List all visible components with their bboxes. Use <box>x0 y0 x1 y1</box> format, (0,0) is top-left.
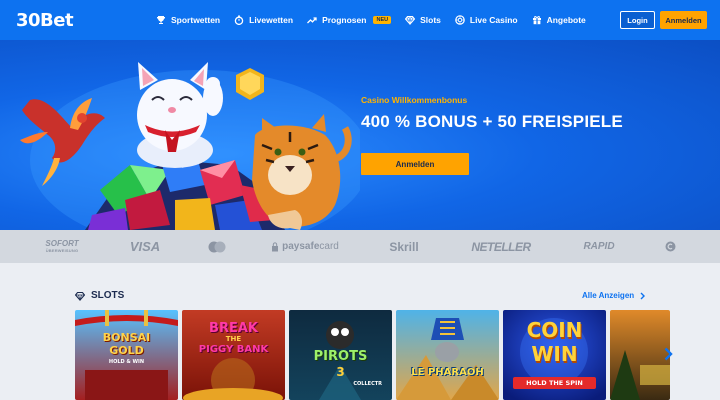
gift-icon <box>532 16 541 25</box>
game-title: PIROTS <box>313 349 368 364</box>
see-all-link[interactable]: Alle Anzeigen <box>582 291 646 300</box>
hero-banner[interactable]: Casino Willkommenbonus 400 % BONUS + 50 … <box>0 40 720 230</box>
game-subtitle: HOLD & WIN <box>108 359 145 365</box>
game-title: LE PHARAOH <box>411 367 484 378</box>
slots-section-title: SLOTS <box>75 290 124 301</box>
game-subtitle: HOLD THE SPIN <box>526 379 583 387</box>
visa-logo: VISA <box>129 239 161 254</box>
nav-label: Angebote <box>546 15 586 25</box>
nav-sportwetten[interactable]: Sportwetten <box>156 15 220 25</box>
hero-title: 400 % BONUS + 50 FREISPIELE <box>361 112 623 131</box>
nav-angebote[interactable]: Angebote <box>532 15 586 25</box>
sofort-logo-subtext: ÜBERWEISUNG <box>45 248 79 253</box>
nav-slots[interactable]: Slots <box>405 15 441 25</box>
carousel-next-button[interactable] <box>659 344 677 364</box>
see-all-label: Alle Anzeigen <box>582 291 635 300</box>
chevron-right-icon <box>640 292 646 299</box>
slots-title-text: SLOTS <box>91 290 125 301</box>
crypto-coin-icon <box>664 230 676 263</box>
game-tile-le-pharaoh[interactable]: LE PHARAOH <box>396 310 499 400</box>
nav-label: Live Casino <box>469 15 518 25</box>
register-button[interactable]: Anmelden <box>660 11 707 29</box>
game-title-line3: PIGGY BANK <box>198 344 269 355</box>
trophy-icon <box>157 16 165 24</box>
login-button[interactable]: Login <box>620 11 655 29</box>
hero-subtitle: Casino Willkommenbonus <box>361 95 468 105</box>
game-tile-coin-win[interactable]: COIN WIN HOLD THE SPIN <box>503 310 606 400</box>
nav-label: Livewetten <box>249 15 294 25</box>
game-title-line2: GOLD <box>109 344 144 357</box>
hero-register-button[interactable]: Anmelden <box>361 153 469 175</box>
stopwatch-icon <box>234 15 244 25</box>
game-tile-bonsai-gold[interactable]: BONSAI GOLD HOLD & WIN <box>75 310 178 400</box>
lock-icon <box>272 241 279 251</box>
diamond-icon <box>75 291 85 301</box>
top-header: 30Bet Sportwetten Livewetten Prognosen N… <box>0 0 720 40</box>
nav-label: Sportwetten <box>171 15 221 25</box>
slots-carousel: BONSAI GOLD HOLD & WIN BREAK THE PIGGY B… <box>75 310 720 400</box>
site-logo[interactable]: 30Bet <box>16 10 74 31</box>
game-tile-break-the-piggy-bank[interactable]: BREAK THE PIGGY BANK <box>182 310 285 400</box>
game-title: BONSAI <box>102 331 151 344</box>
payment-methods-bar: SOFORT ÜBERWEISUNG VISA paysafecard Skri… <box>0 230 720 263</box>
neteller-logo: NETELLER <box>471 239 531 254</box>
nav-livewetten[interactable]: Livewetten <box>234 15 293 25</box>
main-nav: Sportwetten Livewetten Prognosen NEU Slo… <box>156 0 586 40</box>
game-tile-pirots-3[interactable]: PIROTS 3 COLLECTR <box>289 310 392 400</box>
paysafecard-text: paysafecard <box>282 241 339 252</box>
hero-illustration <box>20 62 360 230</box>
game-title-line2: THE <box>225 335 242 343</box>
nav-prognosen[interactable]: Prognosen NEU <box>307 15 392 25</box>
game-subtitle: COLLECTR <box>353 381 382 387</box>
rapid-transfer-logo: RAPID <box>583 241 615 252</box>
diamond-icon <box>405 15 416 25</box>
sofort-logo-text: SOFORT <box>45 239 79 248</box>
nav-live-casino[interactable]: Live Casino <box>455 15 518 25</box>
paysafecard-logo: paysafecard <box>268 230 342 263</box>
game-title-line2: 3 <box>336 365 345 379</box>
casino-chip-icon <box>455 15 465 25</box>
nav-label: Slots <box>420 15 441 25</box>
skrill-logo: Skrill <box>389 239 419 254</box>
new-badge: NEU <box>373 16 392 24</box>
game-title: BREAK <box>209 321 258 336</box>
nav-label: Prognosen <box>322 15 367 25</box>
sofort-logo: SOFORT ÜBERWEISUNG <box>40 230 84 263</box>
game-title: COIN <box>526 318 583 342</box>
chevron-right-icon <box>664 347 673 361</box>
game-title-line2: WIN <box>531 342 578 366</box>
mastercard-logo <box>206 230 228 263</box>
trend-icon <box>307 17 317 24</box>
